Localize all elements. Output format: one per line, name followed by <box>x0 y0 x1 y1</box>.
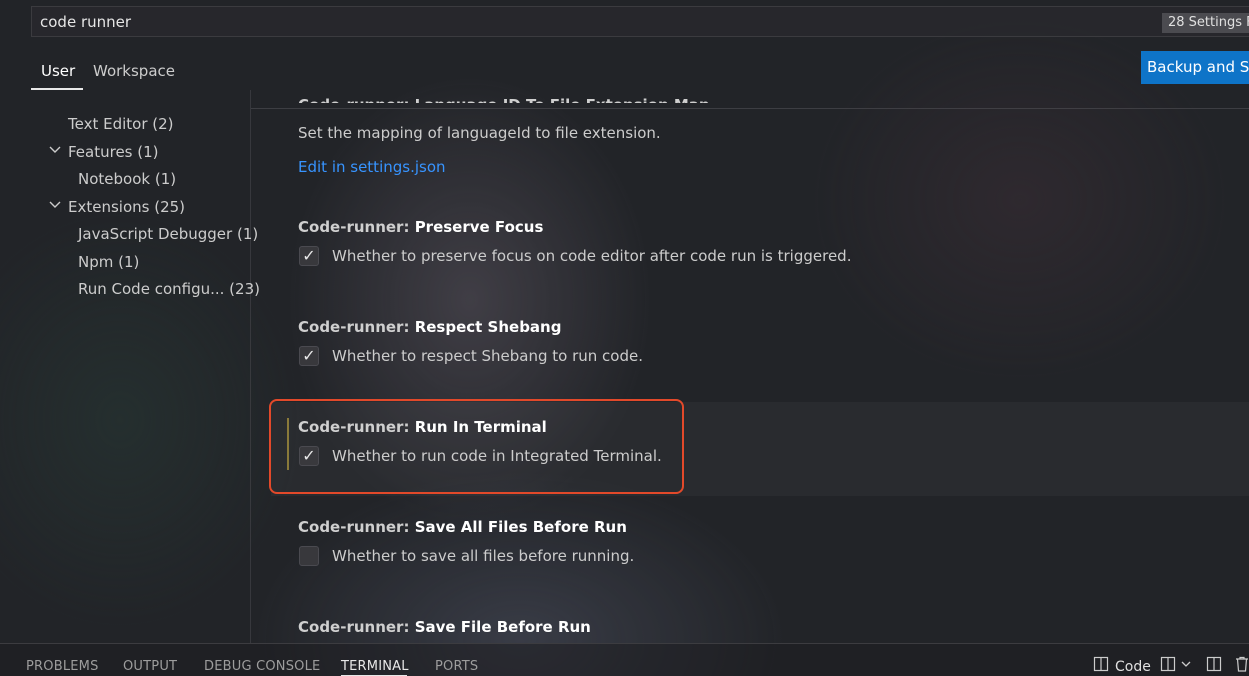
header-divider <box>251 108 1249 109</box>
annotation-highlight-box <box>269 399 684 494</box>
toc-divider <box>250 90 251 643</box>
toc-item-text-editor[interactable]: Text Editor (2) <box>68 115 174 133</box>
toc-item-features[interactable]: Features (1) <box>68 143 159 161</box>
toc-item-extensions[interactable]: Extensions (25) <box>68 198 185 216</box>
setting-title-save-all-files: Code-runner: Save All Files Before Run <box>298 518 627 536</box>
setting-description-respect-shebang: Whether to respect Shebang to run code. <box>332 347 643 365</box>
backup-and-sync-button[interactable]: Backup and Sync <box>1141 51 1249 84</box>
save-all-files-checkbox[interactable] <box>299 546 319 566</box>
split-terminal-icon[interactable] <box>1160 656 1176 676</box>
tab-workspace[interactable]: Workspace <box>93 62 175 80</box>
setting-name: Save File Before Run <box>414 618 591 636</box>
terminal-icon[interactable] <box>1093 656 1109 676</box>
setting-description-language-map: Set the mapping of languageId to file ex… <box>298 124 661 142</box>
respect-shebang-checkbox[interactable]: ✓ <box>299 346 319 366</box>
active-tab-indicator <box>31 88 83 90</box>
tab-terminal[interactable]: TERMINAL <box>341 659 409 674</box>
search-input[interactable]: code runner <box>40 13 131 31</box>
tab-debug-console[interactable]: DEBUG CONSOLE <box>204 659 320 674</box>
settings-search-bar[interactable]: code runner 28 Settings Fo <box>31 6 1249 37</box>
setting-description-save-all-files: Whether to save all files before running… <box>332 547 635 565</box>
setting-category: Code-runner: <box>298 318 415 336</box>
toc-item-notebook[interactable]: Notebook (1) <box>78 170 176 188</box>
setting-description-preserve-focus: Whether to preserve focus on code editor… <box>332 247 852 265</box>
chevron-down-icon[interactable] <box>48 198 62 216</box>
setting-title-preserve-focus: Code-runner: Preserve Focus <box>298 218 543 236</box>
tab-ports[interactable]: PORTS <box>435 659 478 674</box>
panel-tab-bar: PROBLEMS OUTPUT DEBUG CONSOLE TERMINAL P… <box>0 643 1249 676</box>
chevron-down-icon[interactable] <box>1180 656 1192 676</box>
setting-title-language-map: Code-runner: Language ID To File Extensi… <box>298 92 710 103</box>
setting-title-respect-shebang: Code-runner: Respect Shebang <box>298 318 561 336</box>
split-editor-icon[interactable] <box>1206 656 1222 676</box>
setting-category: Code-runner: <box>298 218 415 236</box>
tab-user[interactable]: User <box>41 62 75 80</box>
tab-output[interactable]: OUTPUT <box>123 659 177 674</box>
preserve-focus-checkbox[interactable]: ✓ <box>299 246 319 266</box>
toc-item-npm[interactable]: Npm (1) <box>78 253 139 271</box>
terminal-name[interactable]: Code <box>1115 659 1151 675</box>
edit-in-settings-json-link[interactable]: Edit in settings.json <box>298 158 446 176</box>
setting-name: Preserve Focus <box>414 218 544 236</box>
tab-problems[interactable]: PROBLEMS <box>26 659 99 674</box>
toc-item-javascript-debugger[interactable]: JavaScript Debugger (1) <box>78 225 258 243</box>
chevron-down-icon[interactable] <box>48 143 62 161</box>
setting-name: Respect Shebang <box>414 318 562 336</box>
setting-category: Code-runner: <box>298 518 415 536</box>
toc-item-run-code-configuration[interactable]: Run Code configu... (23) <box>78 280 260 298</box>
search-results-count: 28 Settings Fo <box>1162 13 1249 33</box>
setting-name: Save All Files Before Run <box>414 518 627 536</box>
setting-title-save-file: Code-runner: Save File Before Run <box>298 618 591 636</box>
trash-icon[interactable] <box>1235 656 1249 676</box>
setting-category: Code-runner: <box>298 618 415 636</box>
